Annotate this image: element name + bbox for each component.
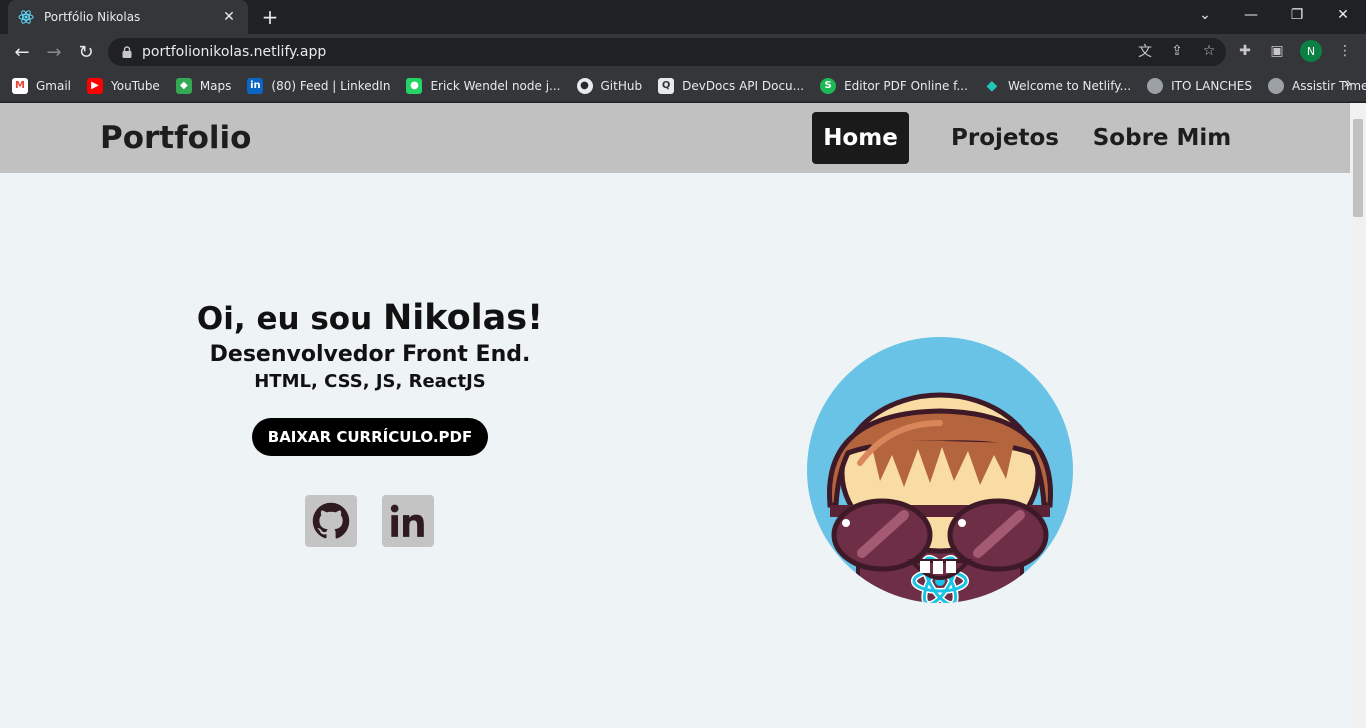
minimize-icon[interactable]: — — [1228, 0, 1274, 30]
restore-icon[interactable]: ❐ — [1274, 0, 1320, 30]
bookmark-youtube[interactable]: ▶ YouTube — [87, 77, 160, 94]
url-text: portfolionikolas.netlify.app — [142, 44, 327, 60]
hero-name: Nikolas! — [382, 298, 544, 338]
react-favicon-icon — [18, 10, 34, 24]
new-tab-icon[interactable]: + — [258, 5, 282, 29]
globe-icon — [1267, 77, 1284, 94]
bookmark-label: Assistir Times onlin... — [1291, 78, 1366, 93]
tab-search-icon[interactable]: ⌄ — [1182, 0, 1228, 30]
menu-kebab-icon[interactable]: ⋮ — [1336, 42, 1354, 60]
bookmark-label: YouTube — [111, 78, 160, 93]
github-link[interactable] — [305, 495, 357, 547]
linkedin-link[interactable] — [382, 495, 434, 547]
bookmark-label: Editor PDF Online f... — [844, 78, 968, 93]
sejda-icon: S — [820, 77, 837, 94]
linkedin-icon — [390, 504, 424, 537]
site-header: Portfolio Home Projetos Sobre Mim — [0, 103, 1350, 173]
bookmark-star-icon[interactable]: ☆ — [1200, 42, 1218, 60]
devdocs-icon: Q — [658, 77, 675, 94]
forward-icon[interactable]: → — [38, 36, 70, 68]
bookmark-netlify[interactable]: ◆ Welcome to Netlify... — [984, 77, 1132, 94]
extensions-icon[interactable]: ✚ — [1236, 42, 1254, 60]
reload-icon[interactable]: ↻ — [70, 36, 102, 68]
gmail-icon: M — [12, 77, 28, 94]
close-window-icon[interactable]: ✕ — [1320, 0, 1366, 30]
scrollbar-thumb[interactable] — [1353, 119, 1363, 217]
nav-about[interactable]: Sobre Mim — [1082, 112, 1242, 164]
share-icon[interactable]: ⇪ — [1168, 42, 1186, 60]
bookmark-label: Maps — [199, 78, 232, 93]
bookmark-label: Welcome to Netlify... — [1007, 78, 1132, 93]
maps-icon: ◆ — [175, 77, 192, 94]
hero-greeting: Oi, eu sou Nikolas! — [120, 298, 620, 338]
youtube-icon: ▶ — [87, 77, 104, 94]
linkedin-icon: in — [247, 77, 264, 94]
bookmark-label: Erick Wendel node j... — [430, 78, 561, 93]
bookmark-label: GitHub — [600, 78, 643, 93]
greeting-text: Oi, eu sou — [196, 301, 373, 337]
nav-home[interactable]: Home — [812, 112, 909, 164]
globe-icon — [1147, 77, 1164, 94]
bookmark-label: ITO LANCHES — [1171, 78, 1252, 93]
profile-avatar[interactable]: N — [1300, 40, 1322, 62]
github-icon — [312, 502, 350, 539]
bookmark-gmail[interactable]: M Gmail — [12, 77, 72, 94]
hero-stack: HTML, CSS, JS, ReactJS — [254, 371, 486, 392]
developer-avatar-illustration — [807, 337, 1073, 603]
bookmark-maps[interactable]: ◆ Maps — [175, 77, 232, 94]
page-scrollbar[interactable] — [1350, 103, 1366, 728]
browser-toolbar: ← → ↻ portfolionikolas.netlify.app 文 ⇪ ☆… — [0, 34, 1366, 70]
bookmark-ito-lanches[interactable]: ITO LANCHES — [1147, 77, 1252, 94]
github-icon: ● — [576, 77, 593, 94]
bookmark-devdocs[interactable]: Q DevDocs API Docu... — [658, 77, 805, 94]
bookmark-github[interactable]: ● GitHub — [576, 77, 643, 94]
bookmark-erick-wendel[interactable]: ● Erick Wendel node j... — [406, 77, 561, 94]
lock-icon — [122, 46, 132, 58]
address-bar[interactable]: portfolionikolas.netlify.app 文 ⇪ ☆ — [108, 38, 1226, 66]
back-icon[interactable]: ← — [6, 36, 38, 68]
netlify-icon: ◆ — [986, 77, 998, 94]
nav-projects[interactable]: Projetos — [942, 112, 1068, 164]
bookmarks-bar: M Gmail ▶ YouTube ◆ Maps in (80) Feed | Link… — [0, 70, 1366, 102]
download-cv-button[interactable]: BAIXAR CURRÍCULO.PDF — [251, 418, 489, 456]
tab-title: Portfólio Nikolas — [44, 10, 141, 24]
translate-icon[interactable]: 文 — [1136, 42, 1154, 60]
site-brand[interactable]: Portfolio — [100, 120, 251, 156]
bookmark-linkedin[interactable]: in (80) Feed | LinkedIn — [247, 77, 391, 94]
hero-role: Desenvolvedor Front End. — [209, 342, 531, 367]
bookmark-label: (80) Feed | LinkedIn — [271, 78, 391, 93]
side-panel-icon[interactable]: ▣ — [1268, 42, 1286, 60]
bookmark-label: DevDocs API Docu... — [682, 78, 805, 93]
whatsapp-icon: ● — [406, 77, 423, 94]
bookmark-pdf-editor[interactable]: S Editor PDF Online f... — [820, 77, 968, 94]
hero-intro: Oi, eu sou Nikolas! Desenvolvedor Front … — [120, 298, 620, 456]
more-bookmarks-icon[interactable]: » — [1343, 76, 1352, 92]
social-links — [305, 495, 434, 547]
bookmark-label: Gmail — [36, 78, 72, 93]
browser-tab[interactable]: Portfólio Nikolas ✕ — [8, 0, 248, 34]
webpage: Portfolio Home Projetos Sobre Mim Oi, eu… — [0, 103, 1350, 728]
tab-strip: Portfólio Nikolas ✕ + ⌄ — ❐ ✕ — [0, 0, 1366, 34]
close-tab-icon[interactable]: ✕ — [220, 9, 238, 25]
